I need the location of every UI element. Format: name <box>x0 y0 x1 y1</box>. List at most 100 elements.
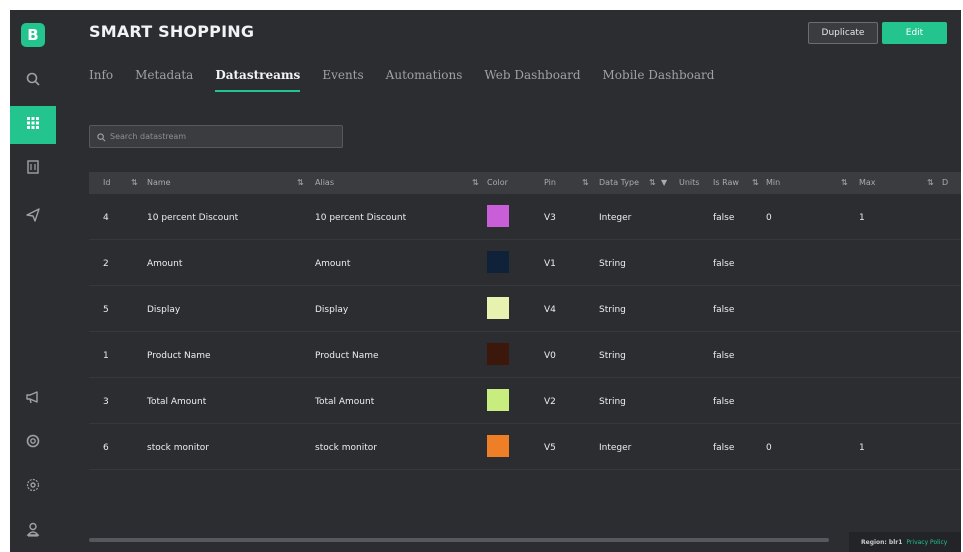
user-icon <box>25 521 41 541</box>
color-swatch <box>487 251 509 273</box>
color-swatch <box>487 205 509 227</box>
table-row[interactable]: 5 Display Display V4 String false <box>89 286 961 332</box>
search-input[interactable] <box>110 132 330 141</box>
sidebar-help-button[interactable] <box>10 424 56 462</box>
column-header-alias[interactable]: Alias <box>315 178 334 187</box>
tab-web-dashboard[interactable]: Web Dashboard <box>484 68 580 92</box>
color-swatch <box>487 343 509 365</box>
sort-icon[interactable]: ⇅ <box>927 178 934 187</box>
cell-alias: Amount <box>315 259 351 269</box>
cell-name: Product Name <box>147 351 211 361</box>
cell-id: 1 <box>103 351 109 361</box>
cell-data-type: String <box>599 259 626 269</box>
column-header-data-type[interactable]: Data Type <box>599 178 639 187</box>
sort-icon[interactable]: ⇅ <box>582 178 589 187</box>
cell-name: Amount <box>147 259 183 269</box>
cell-data-type: Integer <box>599 443 632 453</box>
column-header-is-raw[interactable]: Is Raw <box>713 178 739 187</box>
column-header-color[interactable]: Color <box>487 178 508 187</box>
column-header-min[interactable]: Min <box>766 178 780 187</box>
table-header: Id ⇅ Name ⇅ Alias ⇅ Color Pin ⇅ Data Typ… <box>89 172 961 194</box>
sidebar-announcements-button[interactable] <box>10 380 56 418</box>
sidebar-send-button[interactable] <box>10 198 56 236</box>
search-icon <box>97 127 110 146</box>
column-header-pin[interactable]: Pin <box>544 178 556 187</box>
main-content: SMART SHOPPING Duplicate Edit Info Metad… <box>56 10 961 552</box>
help-icon <box>25 433 41 453</box>
edit-button[interactable]: Edit <box>882 22 947 44</box>
sidebar-settings-button[interactable] <box>10 468 56 506</box>
cell-pin: V5 <box>544 443 556 453</box>
cell-alias: Display <box>315 305 349 315</box>
tab-metadata[interactable]: Metadata <box>135 68 193 92</box>
duplicate-button[interactable]: Duplicate <box>808 22 878 44</box>
tab-info[interactable]: Info <box>89 68 113 92</box>
cell-is-raw: false <box>713 305 735 315</box>
color-swatch <box>487 389 509 411</box>
cell-id: 2 <box>103 259 109 269</box>
table-row[interactable]: 3 Total Amount Total Amount V2 String fa… <box>89 378 961 424</box>
sort-icon[interactable]: ⇅ <box>649 178 656 187</box>
sort-icon[interactable]: ⇅ <box>752 178 759 187</box>
tab-bar: Info Metadata Datastreams Events Automat… <box>89 68 736 92</box>
cell-alias: Product Name <box>315 351 379 361</box>
blynk-logo[interactable]: B <box>21 23 45 47</box>
cell-data-type: String <box>599 305 626 315</box>
sort-icon[interactable]: ⇅ <box>297 178 304 187</box>
cell-id: 3 <box>103 397 109 407</box>
sort-icon[interactable]: ⇅ <box>472 178 479 187</box>
cell-min: 0 <box>766 213 772 223</box>
color-swatch <box>487 297 509 319</box>
cell-id: 6 <box>103 443 109 453</box>
column-header-name[interactable]: Name <box>147 178 171 187</box>
column-header-id[interactable]: Id <box>103 178 110 187</box>
sort-icon[interactable]: ⇅ <box>131 178 138 187</box>
cell-pin: V2 <box>544 397 556 407</box>
cell-data-type: String <box>599 397 626 407</box>
footer-bar: Region: blr1 Privacy Policy <box>849 532 961 552</box>
cell-is-raw: false <box>713 351 735 361</box>
cell-name: stock monitor <box>147 443 209 453</box>
filter-icon[interactable]: ▼ <box>661 178 667 187</box>
cell-max: 1 <box>859 443 865 453</box>
tab-automations[interactable]: Automations <box>386 68 463 92</box>
tab-datastreams[interactable]: Datastreams <box>215 68 301 92</box>
cell-pin: V4 <box>544 305 556 315</box>
cell-alias: Total Amount <box>315 397 375 407</box>
sidebar-search-button[interactable] <box>10 62 56 100</box>
table-row[interactable]: 2 Amount Amount V1 String false <box>89 240 961 286</box>
page-title: SMART SHOPPING <box>89 22 255 41</box>
color-swatch <box>487 435 509 457</box>
cell-is-raw: false <box>713 213 735 223</box>
cell-pin: V0 <box>544 351 556 361</box>
cell-pin: V1 <box>544 259 556 269</box>
datastream-search <box>89 125 343 148</box>
cell-name: Display <box>147 305 181 315</box>
tab-events[interactable]: Events <box>322 68 363 92</box>
privacy-policy-link[interactable]: Privacy Policy <box>906 539 947 546</box>
sidebar: B <box>10 10 56 552</box>
cell-is-raw: false <box>713 259 735 269</box>
cell-min: 0 <box>766 443 772 453</box>
column-header-extra[interactable]: D <box>942 178 948 187</box>
cell-id: 5 <box>103 305 109 315</box>
sidebar-templates-button[interactable] <box>10 106 56 144</box>
settings-icon <box>25 477 41 497</box>
cell-max: 1 <box>859 213 865 223</box>
sidebar-profile-button[interactable] <box>10 512 56 550</box>
table-row[interactable]: 6 stock monitor stock monitor V5 Integer… <box>89 424 961 470</box>
column-header-max[interactable]: Max <box>859 178 876 187</box>
sidebar-organization-button[interactable] <box>10 150 56 188</box>
table-row[interactable]: 1 Product Name Product Name V0 String fa… <box>89 332 961 378</box>
cell-alias: 10 percent Discount <box>315 213 407 223</box>
tab-mobile-dashboard[interactable]: Mobile Dashboard <box>603 68 715 92</box>
table-row[interactable]: 4 10 percent Discount 10 percent Discoun… <box>89 194 961 240</box>
cell-is-raw: false <box>713 397 735 407</box>
cell-name: Total Amount <box>147 397 207 407</box>
horizontal-scrollbar[interactable] <box>89 538 829 542</box>
cell-data-type: String <box>599 351 626 361</box>
sort-icon[interactable]: ⇅ <box>841 178 848 187</box>
search-icon <box>25 71 41 91</box>
datastreams-table: Id ⇅ Name ⇅ Alias ⇅ Color Pin ⇅ Data Typ… <box>89 172 961 470</box>
column-header-units[interactable]: Units <box>679 178 699 187</box>
